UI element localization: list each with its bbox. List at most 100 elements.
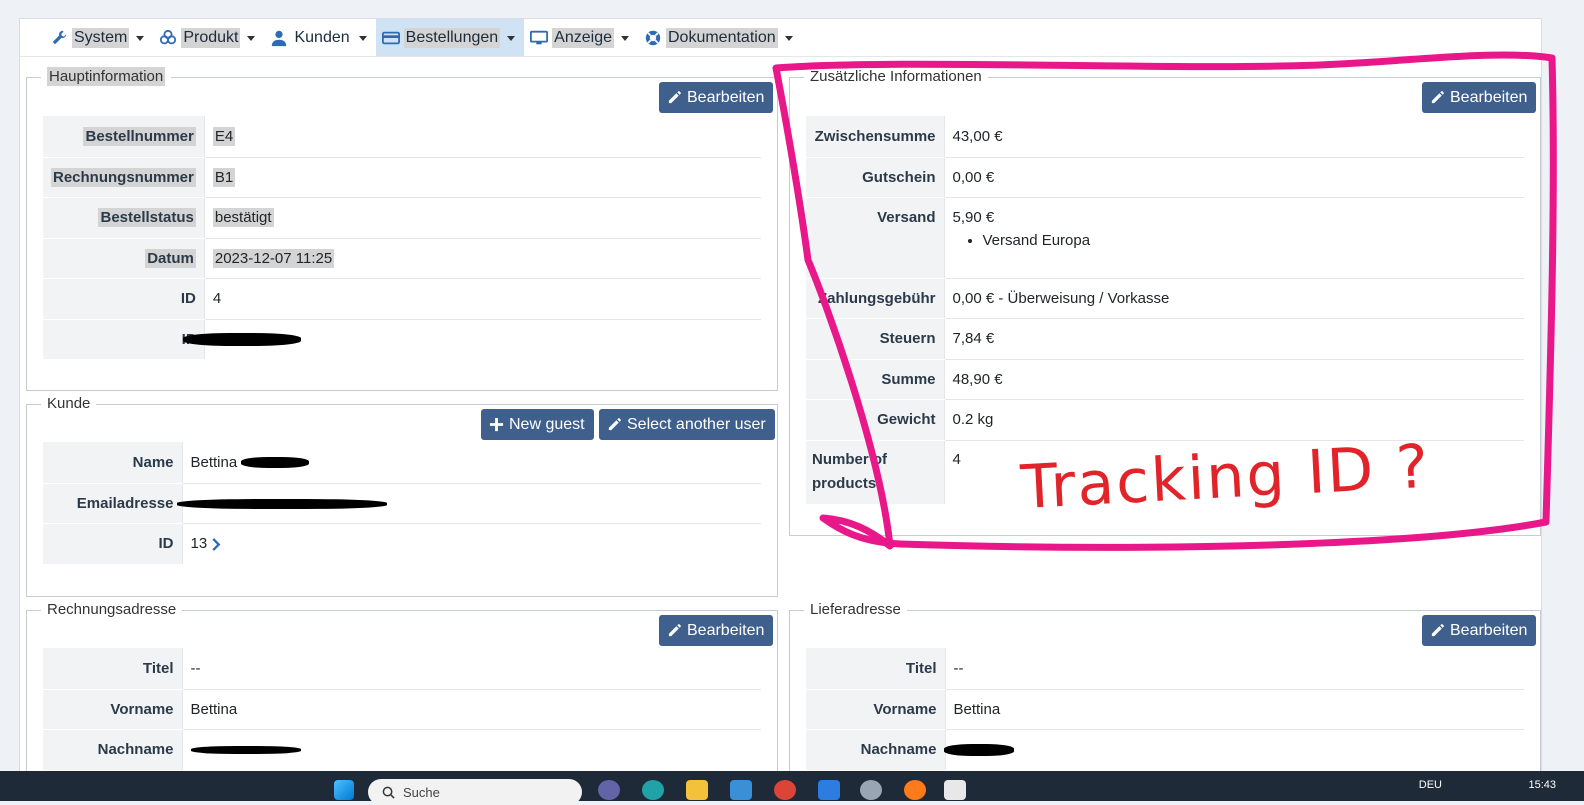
row-label: Name [132, 453, 174, 471]
chevron-right-icon[interactable] [211, 537, 221, 551]
extra-info-panel: Zusätzliche Informationen Bearbeiten Zwi… [789, 67, 1541, 536]
row-label: Titel [142, 659, 174, 677]
table-row: Emailadresse [43, 483, 761, 524]
panel-title: Lieferadresse [804, 600, 907, 620]
row-value: E4 [212, 126, 236, 146]
life-ring-icon [645, 30, 661, 45]
shipping-address-panel: Lieferadresse Bearbeiten Titel -- Vorname… [789, 600, 1541, 780]
menu-label: Bestellungen [403, 27, 501, 48]
row-label: ID [180, 290, 196, 307]
row-label: Nachname [97, 741, 174, 758]
taskbar-search[interactable]: Suche [368, 779, 582, 805]
menu-anzeige[interactable]: Anzeige [524, 19, 638, 56]
row-label: Rechnungsnummer [51, 167, 196, 187]
row-label: ID [158, 535, 174, 552]
table-row: Name Bettina [43, 442, 761, 484]
row-value: Bettina [190, 700, 238, 718]
caret-down-icon [136, 36, 145, 41]
pencil-icon [608, 418, 621, 431]
row-label: Number of products [812, 451, 887, 492]
row-label: Zahlungsgebühr [818, 289, 936, 307]
edit-button-label: Bearbeiten [1450, 88, 1528, 106]
row-value: 4 [212, 290, 222, 307]
table-row: ID 4 [43, 278, 761, 320]
settings-icon[interactable] [860, 780, 882, 800]
desktop-icon [530, 30, 549, 44]
caret-down-icon [358, 36, 367, 41]
row-label: Datum [145, 248, 196, 268]
firefox-icon[interactable] [904, 780, 926, 800]
windows-start-icon[interactable] [334, 780, 354, 800]
new-guest-label: New guest [509, 415, 585, 433]
select-user-button[interactable]: Select another user [599, 409, 775, 440]
row-label: Bestellnummer [83, 126, 196, 146]
row-label: Gutschein [862, 168, 936, 186]
menu-label: System [72, 27, 130, 48]
row-value: Bettina [953, 700, 1001, 718]
row-value: 4 [952, 450, 961, 468]
edit-button[interactable]: Bearbeiten [659, 82, 774, 113]
table-row: ID 13 [43, 523, 761, 565]
row-label: Emailadresse [76, 494, 174, 512]
table-row: Bestellnummer E4 [43, 116, 761, 158]
caret-down-icon [784, 36, 793, 41]
caret-down-icon [621, 36, 629, 41]
row-label: Nachname [860, 741, 937, 758]
main-menu: System Produkt Kunden Bestellungen Anzei… [20, 19, 1541, 57]
clock[interactable]: 15:43 [1528, 779, 1556, 791]
table-row: Nachname [43, 729, 761, 771]
row-value: 0,00 € [952, 168, 995, 186]
folder-icon[interactable] [686, 780, 708, 800]
caret-down-icon [247, 36, 256, 41]
edit-button[interactable]: Bearbeiten [659, 615, 774, 646]
row-value: 13 [190, 535, 208, 553]
credit-card-icon [381, 31, 400, 44]
plus-icon [489, 417, 504, 432]
menu-kunden[interactable]: Kunden [264, 19, 375, 56]
menu-bestellungen[interactable]: Bestellungen [375, 19, 525, 56]
row-label: Zwischensumme [814, 127, 936, 145]
menu-produkt[interactable]: Produkt [153, 19, 264, 56]
app-icon[interactable] [818, 780, 840, 800]
table-row: Zahlungsgebühr 0,00 € - Überweisung / Vor… [806, 278, 1524, 319]
search-icon [382, 786, 395, 799]
new-guest-button[interactable]: New guest [481, 409, 594, 440]
table-row: Nachname [806, 729, 1524, 771]
table-row: Vorname Bettina [43, 689, 761, 730]
table-row: Rechnungsnummer B1 [43, 157, 761, 198]
table-row: Datum 2023-12-07 11:25 [43, 238, 761, 279]
edit-button[interactable]: Bearbeiten [1422, 82, 1537, 113]
search-placeholder: Suche [403, 784, 440, 800]
panel-title: Rechnungsadresse [41, 600, 183, 620]
row-label: Vorname [110, 700, 174, 718]
extra-info-table: Zwischensumme 43,00 € Gutschein 0,00 € Ver… [806, 116, 1524, 505]
row-label: Bestellstatus [98, 208, 196, 227]
table-row: Steuern 7,84 € [806, 318, 1524, 360]
menu-system[interactable]: System [44, 19, 153, 56]
taskbar: Suche DEU 15:43 [0, 771, 1584, 805]
row-label: Versand [877, 208, 936, 226]
active-app-icon[interactable] [944, 780, 966, 800]
table-row: Bestellstatus bestätigt [43, 197, 761, 239]
row-value: -- [953, 659, 964, 677]
row-value: 43,00 € [952, 127, 1003, 145]
store-icon[interactable] [730, 780, 752, 800]
row-value: 0.2 kg [952, 411, 994, 428]
shipping-table: Titel -- Vorname Bettina Nachname [806, 648, 1524, 771]
menu-dokumentation[interactable]: Dokumentation [638, 19, 802, 56]
table-row: Number of products 4 [806, 440, 1524, 505]
redacted-value [943, 744, 1014, 757]
language-indicator[interactable]: DEU [1419, 779, 1442, 791]
caret-down-icon [507, 36, 516, 41]
redacted-value [241, 457, 310, 469]
teams-icon[interactable] [598, 780, 620, 800]
edit-button[interactable]: Bearbeiten [1422, 615, 1537, 646]
redacted-value [176, 498, 387, 509]
panel-title: Zusätzliche Informationen [804, 67, 988, 87]
table-row: Vorname Bettina [806, 689, 1524, 730]
menu-label: Produkt [181, 27, 241, 48]
chrome-icon[interactable] [774, 780, 796, 800]
edge-icon[interactable] [642, 780, 664, 800]
row-value: 7,84 € [952, 330, 995, 347]
select-user-label: Select another user [627, 415, 766, 433]
